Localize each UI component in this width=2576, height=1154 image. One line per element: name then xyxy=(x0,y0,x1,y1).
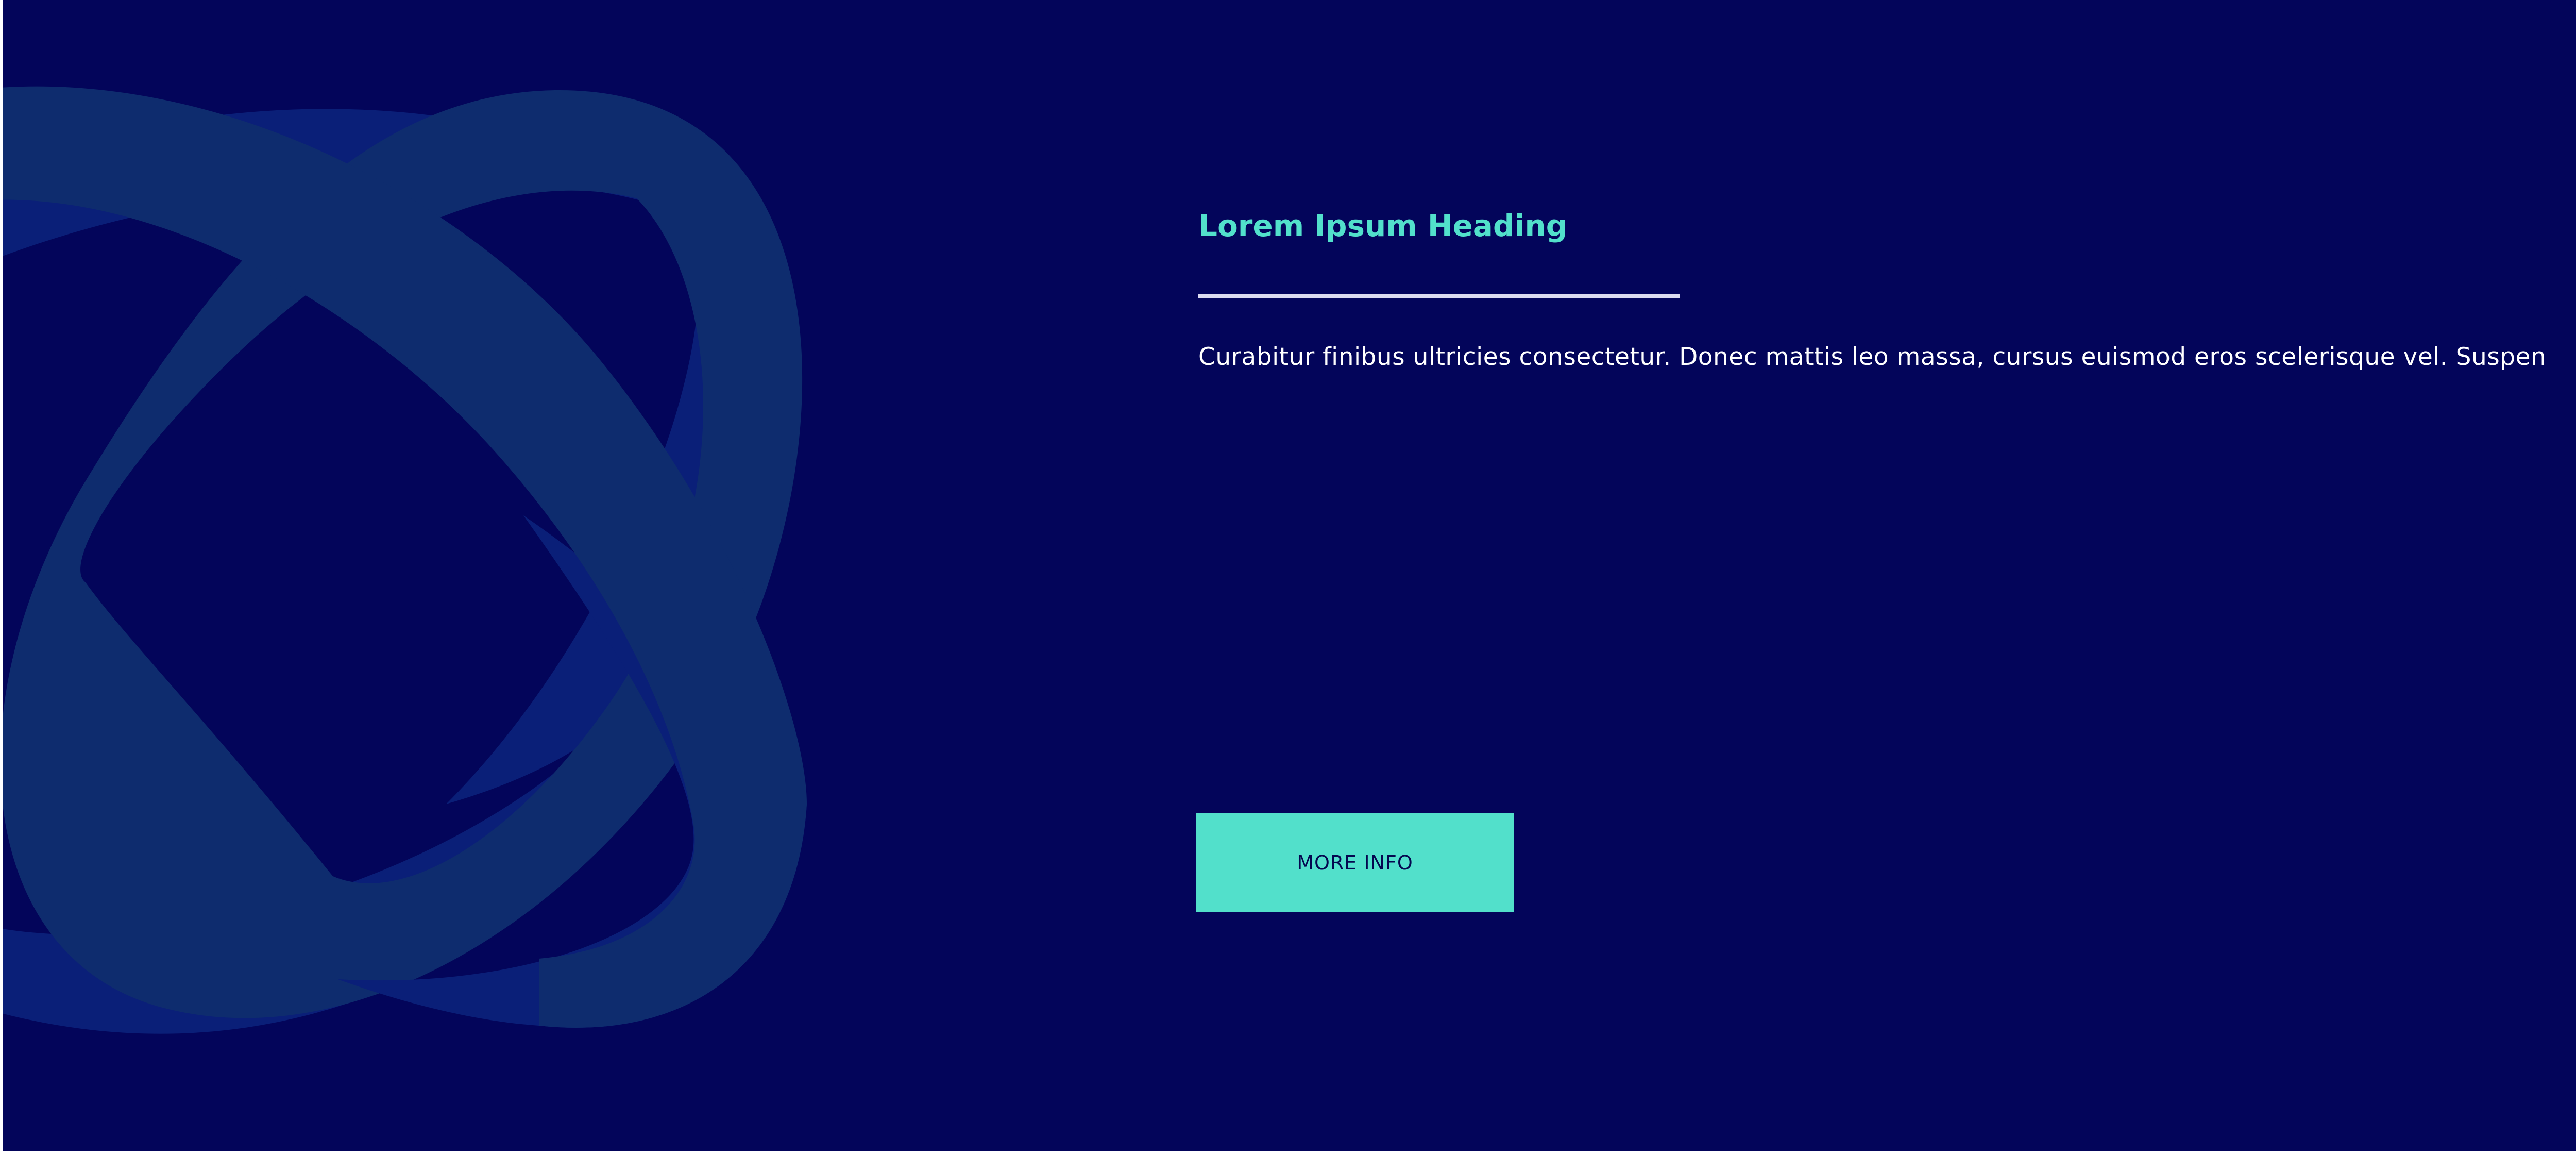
page-frame: Lorem Ipsum Heading Curabitur finibus ul… xyxy=(0,0,2576,1154)
hero-heading: Lorem Ipsum Heading xyxy=(1198,208,1568,243)
heading-divider xyxy=(1198,294,1680,298)
interlocking-rings-icon xyxy=(3,86,807,1034)
hero-banner: Lorem Ipsum Heading Curabitur finibus ul… xyxy=(3,0,2576,1151)
hero-content: Lorem Ipsum Heading Curabitur finibus ul… xyxy=(1196,0,2576,1151)
hero-body-text: Curabitur finibus ultricies consectetur.… xyxy=(1198,343,2547,371)
more-info-button[interactable]: MORE INFO xyxy=(1196,813,1514,912)
